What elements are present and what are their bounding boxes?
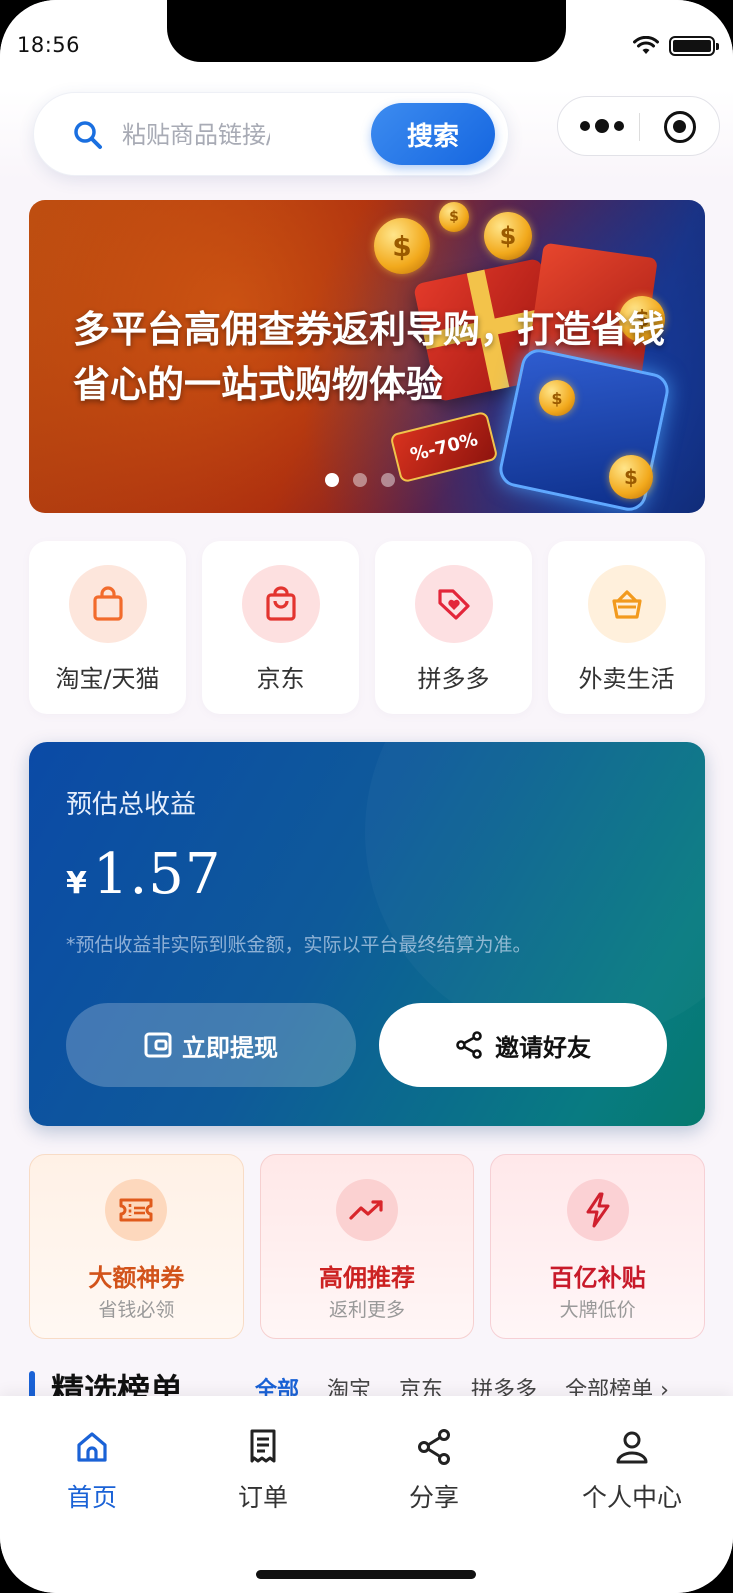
close-miniprogram-icon[interactable]: [664, 111, 696, 143]
search-input[interactable]: [122, 115, 270, 155]
platform-waimai[interactable]: 外卖生活: [548, 541, 705, 714]
feature-title: 大额神券: [88, 1264, 185, 1292]
wifi-icon: [633, 36, 659, 54]
wallet-icon: [144, 1032, 172, 1058]
tab-profile[interactable]: 个人中心: [562, 1422, 702, 1514]
tab-label: 分享: [408, 1483, 459, 1512]
earnings-amount: ¥ 1.57: [66, 842, 222, 907]
promo-banner[interactable]: $ $ $ $ $ $ %-70% 多平台高佣查券返利导购，打造省钱省心的一站式…: [29, 200, 705, 513]
home-icon: [77, 1432, 107, 1462]
shopping-bag-icon: [68, 565, 147, 643]
status-icons: [633, 36, 719, 56]
invite-button[interactable]: 邀请好友: [379, 1003, 667, 1087]
platform-label: 外卖生活: [578, 665, 675, 693]
coin-icon: $: [374, 218, 430, 274]
feature-subtitle: 返利更多: [329, 1299, 406, 1321]
status-time: 18:56: [17, 33, 81, 57]
search-icon: [74, 121, 102, 149]
phone-screen: 18:56 搜索 $: [0, 0, 733, 1593]
carousel-indicator: [325, 473, 395, 487]
coin-icon: $: [439, 202, 469, 232]
search-button[interactable]: 搜索: [371, 103, 495, 165]
basket-icon: [587, 565, 666, 643]
currency-symbol: ¥: [66, 866, 87, 901]
platform-label: 淘宝/天猫: [55, 665, 160, 693]
shopping-bag-icon: [241, 565, 320, 643]
invite-label: 邀请好友: [495, 1033, 591, 1062]
platform-jd[interactable]: 京东: [202, 541, 359, 714]
lightning-icon: [566, 1179, 629, 1241]
platform-label: 拼多多: [417, 665, 490, 693]
earnings-note: *预估收益非实际到账金额，实际以平台最终结算为准。: [66, 934, 532, 956]
feature-big-coupon[interactable]: 大额神券 省钱必领: [29, 1154, 244, 1339]
platform-grid: 淘宝/天猫 京东 拼多多 外卖生活: [29, 541, 705, 714]
receipt-icon: [250, 1429, 276, 1463]
tab-label: 订单: [237, 1483, 288, 1512]
device-notch: [167, 0, 566, 62]
banner-headline: 多平台高佣查券返利导购，打造省钱省心的一站式购物体验: [73, 308, 665, 406]
discount-tag-graphic: %-70%: [389, 410, 499, 484]
tab-home[interactable]: 首页: [22, 1422, 162, 1514]
carousel-dot-3[interactable]: [381, 473, 395, 487]
feature-subtitle: 大牌低价: [559, 1299, 636, 1321]
status-bar: 18:56: [0, 0, 733, 90]
withdraw-button[interactable]: 立即提现: [66, 1003, 356, 1087]
withdraw-label: 立即提现: [182, 1033, 278, 1062]
home-indicator: [256, 1570, 476, 1579]
miniprogram-capsule: [557, 96, 720, 156]
bottom-tab-bar: 首页 订单 分享 个人中心: [0, 1396, 733, 1593]
feature-title: 百亿补贴: [549, 1264, 646, 1292]
tab-share[interactable]: 分享: [364, 1422, 504, 1514]
share-icon: [418, 1429, 450, 1465]
tab-orders[interactable]: 订单: [193, 1422, 333, 1514]
coin-icon: $: [609, 455, 653, 499]
platform-taobao[interactable]: 淘宝/天猫: [29, 541, 186, 714]
user-icon: [616, 1431, 648, 1464]
carousel-dot-2[interactable]: [353, 473, 367, 487]
tab-label: 个人中心: [581, 1483, 682, 1512]
share-icon: [456, 1031, 482, 1059]
coin-icon: $: [484, 212, 532, 260]
price-tag-heart-icon: [414, 565, 493, 643]
platform-pinduoduo[interactable]: 拼多多: [375, 541, 532, 714]
battery-icon: [669, 36, 719, 56]
feature-subtitle: 省钱必领: [98, 1299, 175, 1321]
trend-up-icon: [336, 1179, 398, 1241]
feature-high-commission[interactable]: 高佣推荐 返利更多: [259, 1154, 475, 1339]
feature-cards: 大额神券 省钱必领 高佣推荐 返利更多 百亿补贴 大牌低价: [29, 1154, 706, 1339]
feature-title: 高佣推荐: [319, 1264, 415, 1292]
header: 搜索: [0, 90, 733, 180]
search-bar[interactable]: 搜索: [33, 92, 509, 176]
carousel-dot-1[interactable]: [325, 473, 339, 487]
ticket-icon: [105, 1179, 168, 1241]
earnings-title: 预估总收益: [66, 790, 197, 820]
earnings-value: 1.57: [92, 842, 222, 907]
platform-label: 京东: [256, 665, 305, 693]
more-menu-icon[interactable]: [580, 119, 624, 133]
capsule-divider: [639, 113, 640, 141]
tab-label: 首页: [66, 1483, 117, 1512]
earnings-card: 预估总收益 ¥ 1.57 *预估收益非实际到账金额，实际以平台最终结算为准。 立…: [29, 742, 705, 1126]
feature-subsidy[interactable]: 百亿补贴 大牌低价: [490, 1154, 706, 1339]
